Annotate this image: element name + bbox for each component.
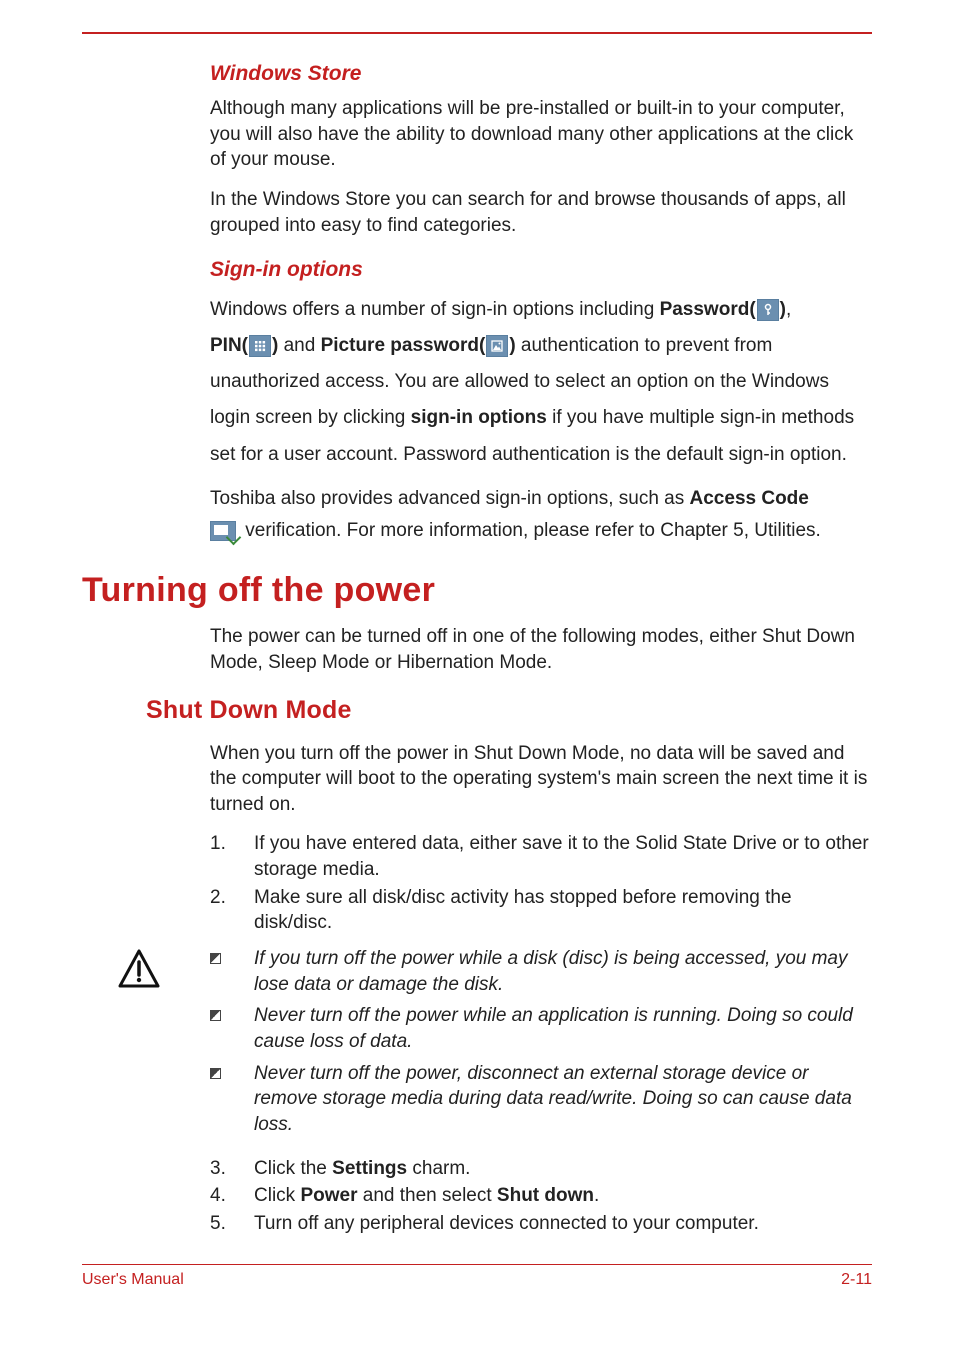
footer-left: User's Manual [82,1271,184,1289]
step-4: 4.Click Power and then select Shut down. [210,1183,872,1209]
step-1: 1.If you have entered data, either save … [210,831,872,882]
toshiba-paragraph: Toshiba also provides advanced sign-in o… [210,483,872,548]
warning-icon-wrap [82,946,210,1143]
warning-section: If you turn off the power while a disk (… [82,946,872,1143]
warning-text: Never turn off the power while an applic… [254,1003,872,1054]
signin-options-bold: sign-in options [411,407,547,428]
step-text: Click the Settings charm. [254,1156,470,1182]
footer: User's Manual 2-11 [82,1264,872,1289]
t: charm. [407,1158,470,1179]
step-num: 2. [210,885,254,936]
step-num: 5. [210,1211,254,1237]
shutdown-p1: When you turn off the power in Shut Down… [210,741,872,818]
password-label: Password( [660,299,756,320]
t-bold: Shut down [497,1185,594,1206]
comma-1: , [786,299,791,320]
windows-store-p1: Although many applications will be pre-i… [210,96,872,173]
step-text: If you have entered data, either save it… [254,831,872,882]
warning-3: Never turn off the power, disconnect an … [210,1061,872,1138]
step-num: 4. [210,1183,254,1209]
windows-store-heading: Windows Store [210,62,872,86]
t-bold: Settings [332,1158,407,1179]
step-text: Turn off any peripheral devices connecte… [254,1211,759,1237]
windows-store-p2: In the Windows Store you can search for … [210,187,872,238]
warning-text: Never turn off the power, disconnect an … [254,1061,872,1138]
turning-off-p1: The power can be turned off in one of th… [210,624,872,675]
shutdown-steps-1: 1.If you have entered data, either save … [210,831,872,936]
picture-icon [486,335,508,357]
t-bold: Power [300,1185,357,1206]
step-num: 3. [210,1156,254,1182]
step-2: 2.Make sure all disk/disc activity has s… [210,885,872,936]
step-text: Click Power and then select Shut down. [254,1183,599,1209]
t: Click [254,1185,300,1206]
warning-1: If you turn off the power while a disk (… [210,946,872,997]
turning-off-heading: Turning off the power [82,571,872,610]
t: and then select [357,1185,496,1206]
t: Click the [254,1158,332,1179]
shutdown-steps-2: 3.Click the Settings charm. 4.Click Powe… [210,1156,872,1237]
step-text: Make sure all disk/disc activity has sto… [254,885,872,936]
header-rule [82,32,872,34]
signin-heading: Sign-in options [210,258,872,282]
grid-icon [249,335,271,357]
step-5: 5.Turn off any peripheral devices connec… [210,1211,872,1237]
step-3: 3.Click the Settings charm. [210,1156,872,1182]
toshiba-text-b: verification. For more information, plea… [240,520,821,541]
bullet-icon [210,1061,254,1138]
pin-label: PIN( [210,335,248,356]
step-num: 1. [210,831,254,882]
warning-2: Never turn off the power while an applic… [210,1003,872,1054]
warning-icon [118,948,160,990]
warning-text: If you turn off the power while a disk (… [254,946,872,997]
footer-right: 2-11 [841,1271,872,1289]
signin-paragraph: Windows offers a number of sign-in optio… [210,292,872,472]
access-code-bold: Access Code [690,488,809,509]
and-text: and [278,335,320,356]
key-icon [757,299,779,321]
picture-label: Picture password( [321,335,486,356]
signin-text-1: Windows offers a number of sign-in optio… [210,299,660,320]
bullet-icon [210,946,254,997]
t: . [594,1185,599,1206]
toshiba-text-a: Toshiba also provides advanced sign-in o… [210,488,690,509]
card-check-icon [210,521,236,541]
shutdown-heading: Shut Down Mode [146,696,872,725]
bullet-icon [210,1003,254,1054]
warning-list: If you turn off the power while a disk (… [210,946,872,1143]
